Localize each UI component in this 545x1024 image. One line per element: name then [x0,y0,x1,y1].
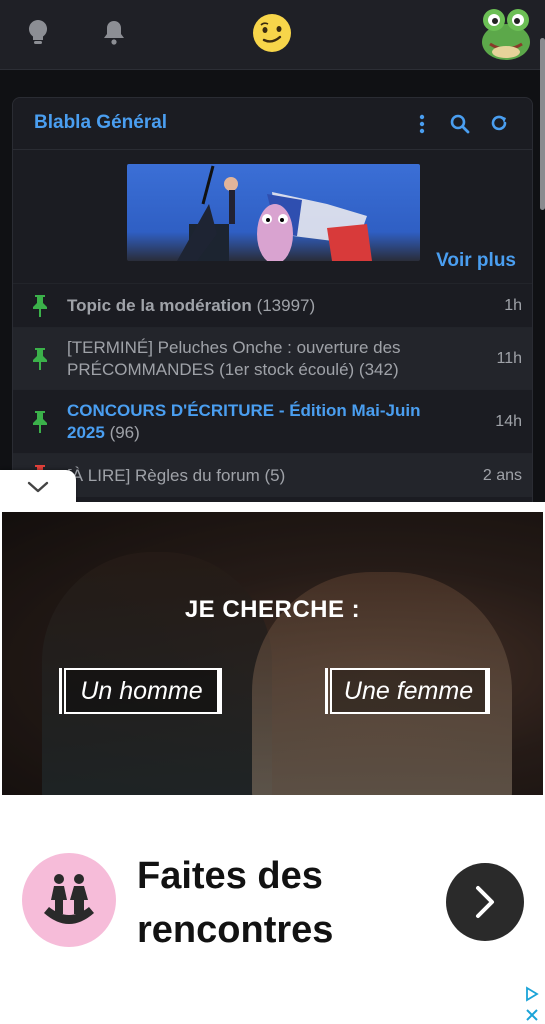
ad-heading: JE CHERCHE : [184,596,361,623]
scrollbar[interactable] [540,38,545,210]
topic-row[interactable]: Topic de la modération (13997) 1h [13,283,532,327]
top-bar [0,0,545,70]
topic-row[interactable]: [À LIRE] Règles du forum (5) 2 ans [13,453,532,497]
topic-row[interactable]: CONCOURS D'ÉCRITURE - Édition Mai-Juin 2… [13,389,532,453]
frog-avatar[interactable] [480,6,532,60]
forum-card-header: Blabla Général [13,98,532,150]
topic-title-wrap: [TERMINÉ] Peluches Onche : ouverture des… [67,337,464,381]
lightbulb-icon[interactable] [20,14,56,50]
topic-title: Topic de la modération [67,295,252,315]
chevron-right-icon [476,886,494,918]
pin-icon [13,347,67,371]
ad-logo [22,853,116,947]
topic-time: 11h [496,349,522,367]
ad-tagline-line1: Faites des [137,855,323,897]
topic-count: (5) [264,465,286,485]
topic-title-wrap: Topic de la modération (13997) [67,295,464,317]
emoji-smirk-icon[interactable] [250,11,294,55]
topic-title-wrap: [À LIRE] Règles du forum (5) [67,465,464,487]
topic-count: (342) [358,359,399,379]
ad-couple-image[interactable]: JE CHERCHE : Un homme Une femme [2,512,543,795]
search-icon[interactable] [447,111,473,137]
topic-title: [TERMINÉ] Peluches Onche : ouverture des… [67,337,401,379]
bell-icon[interactable] [96,14,132,50]
page: Blabla Général Voir plus Topic de la mod… [0,0,545,1024]
topic-time: 2 ans [482,466,522,484]
adchoices-icon[interactable] [524,986,540,1002]
ad-tagline-line2: rencontres [137,909,334,951]
ad-image-shade [2,512,543,795]
adchoices[interactable] [521,986,543,1022]
forum-title[interactable]: Blabla Général [34,112,167,134]
topic-title: [À LIRE] Règles du forum [67,465,260,485]
close-icon[interactable] [525,1008,539,1022]
ad-next-button[interactable] [446,863,524,941]
topic-title-wrap: CONCOURS D'ÉCRITURE - Édition Mai-Juin 2… [67,400,464,444]
forum-banner-image[interactable] [127,164,420,261]
ad-bottom-panel[interactable]: Faites des rencontres [0,795,545,1024]
forum-card: Blabla Général Voir plus Topic de la mod… [12,97,533,517]
ad-collapse-tab[interactable] [0,470,76,504]
pin-icon [13,294,67,318]
topic-time: 1h [504,296,522,314]
topic-count: (96) [109,422,140,442]
ad-banner[interactable]: JE CHERCHE : Un homme Une femme Faites d… [0,502,545,1024]
ad-choice-woman-button[interactable]: Une femme [325,668,490,714]
topic-time: 14h [495,412,522,430]
ad-tagline[interactable]: Faites des rencontres [137,849,333,957]
topic-row[interactable]: [TERMINÉ] Peluches Onche : ouverture des… [13,327,532,389]
chevron-down-icon [27,481,49,493]
ad-choice-man-button[interactable]: Un homme [59,668,222,714]
refresh-icon[interactable] [486,111,512,137]
topic-count: (13997) [256,295,316,315]
pin-icon [13,410,67,434]
see-more-link[interactable]: Voir plus [436,250,516,272]
more-options-icon[interactable] [409,111,435,137]
